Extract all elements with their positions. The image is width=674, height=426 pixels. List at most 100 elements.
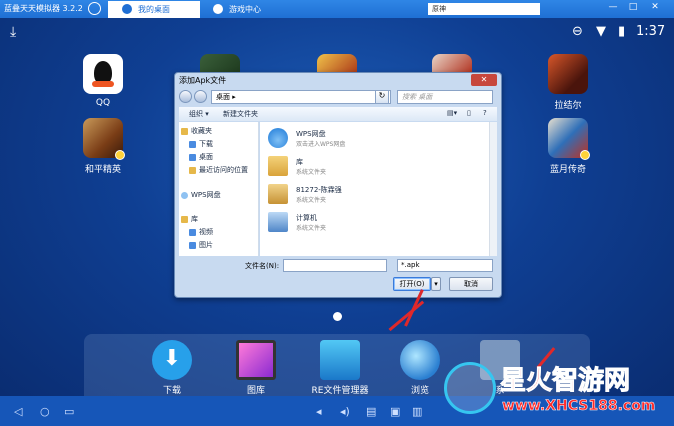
organize-menu[interactable]: 组织 ▾ <box>189 109 209 119</box>
lajieer-app-icon[interactable] <box>548 54 588 94</box>
open-dropdown-button[interactable]: ▾ <box>431 277 441 291</box>
filename-label: 文件名(N): <box>245 262 280 270</box>
wifi-icon: ▼ <box>596 24 606 39</box>
file-list-scrollbar[interactable] <box>489 122 497 256</box>
volume-up-icon[interactable]: ◂) <box>340 405 350 418</box>
clock: 1:37 <box>636 24 666 39</box>
dock-label-download: 下载 <box>162 386 181 396</box>
back-button[interactable] <box>179 90 192 103</box>
title-bar: 蓝叠天天模拟器 3.2.2 我的桌面 游戏中心 原神 — □ ✕ <box>0 0 674 18</box>
library-icon <box>268 156 288 176</box>
picture-icon <box>189 241 196 249</box>
address-row: 桌面 ▸ ↻ 搜索 桌面 <box>179 89 497 105</box>
sidebar-item-pictures[interactable]: 图片 <box>189 240 213 250</box>
file-list: WPS网盘 双击进入WPS网盘 库 系统文件夹 81272-陈霖强 系统文件夹 … <box>260 122 489 256</box>
app-label-qq: QQ <box>95 98 111 108</box>
dialog-toolbar: 组织 ▾ 新建文件夹 ▤▾ ▯ ? <box>179 107 497 121</box>
sidebar-item-label: 图片 <box>199 241 213 249</box>
sidebar-item-videos[interactable]: 视频 <box>189 227 213 237</box>
screenshot-icon[interactable]: ▥ <box>412 405 422 418</box>
address-value: 桌面 <box>216 93 230 101</box>
gallery-app-icon[interactable] <box>236 340 276 380</box>
watermark: 星火智游网 www.XHCS188.com <box>430 358 674 426</box>
add-apk-dialog: 添加Apk文件 ✕ 桌面 ▸ ↻ 搜索 桌面 组织 ▾ 新建文件夹 ▤▾ ▯ ?… <box>174 72 502 298</box>
page-indicator-dot <box>333 312 342 321</box>
back-icon[interactable]: ◁ <box>14 405 22 418</box>
apk-install-icon[interactable]: ▣ <box>390 405 400 418</box>
sidebar-item-label: 库 <box>191 215 198 223</box>
new-folder-button[interactable]: 新建文件夹 <box>223 109 258 119</box>
app-label-lanyue: 蓝月传奇 <box>549 165 586 175</box>
file-type-filter[interactable]: *.apk <box>397 259 493 272</box>
badge-icon <box>580 150 590 160</box>
navigation-pane: 收藏夹 下载 桌面 最近访问的位置 WPS网盘 库 视频 图片 <box>179 122 259 256</box>
minimize-button[interactable]: — <box>606 2 620 15</box>
keyboard-icon[interactable]: ▤ <box>366 405 376 418</box>
star-icon <box>181 127 188 135</box>
refresh-button[interactable]: ↻ <box>375 90 389 104</box>
close-button[interactable]: ✕ <box>648 2 662 15</box>
dock-label-re: RE文件管理器 <box>311 386 369 396</box>
dialog-search-input[interactable]: 搜索 桌面 <box>397 90 493 104</box>
help-icon[interactable]: ? <box>483 109 487 117</box>
user-folder-icon <box>268 184 288 204</box>
volume-down-icon[interactable]: ◂ <box>316 405 322 418</box>
home-icon[interactable]: ○ <box>40 405 50 418</box>
sidebar-item-libraries[interactable]: 库 <box>181 214 198 224</box>
sidebar-item-desktop[interactable]: 桌面 <box>189 152 213 162</box>
qq-app-icon[interactable] <box>83 54 123 94</box>
file-name: 计算机 <box>296 214 317 222</box>
filename-input[interactable] <box>283 259 387 272</box>
peace-elite-app-icon[interactable] <box>83 118 125 160</box>
cloud-icon <box>268 128 288 148</box>
sidebar-item-favorites[interactable]: 收藏夹 <box>181 126 212 136</box>
dialog-close-button[interactable]: ✕ <box>471 74 497 86</box>
top-search-input[interactable]: 原神 <box>428 3 540 15</box>
tab-my-desktop[interactable]: 我的桌面 <box>108 1 200 18</box>
app-label-lajieer: 拉结尔 <box>554 101 582 111</box>
dock-label-gallery: 图库 <box>246 386 265 396</box>
download-app-icon[interactable]: ⬇ <box>152 340 192 380</box>
sidebar-item-label: 视频 <box>199 228 213 236</box>
cloud-icon <box>181 191 188 199</box>
re-file-manager-app-icon[interactable] <box>320 340 360 380</box>
sidebar-item-label: 最近访问的位置 <box>199 166 248 174</box>
address-bar[interactable]: 桌面 ▸ <box>211 90 391 104</box>
folder-icon <box>189 140 196 148</box>
watermark-url: www.XHCS188.com <box>502 398 656 415</box>
sidebar-item-wps-cloud[interactable]: WPS网盘 <box>181 190 221 200</box>
address-chevron-icon: ▸ <box>232 93 236 101</box>
library-icon <box>181 215 188 223</box>
sidebar-item-label: 桌面 <box>199 153 213 161</box>
watermark-logo-icon <box>444 362 496 414</box>
sidebar-item-recent[interactable]: 最近访问的位置 <box>189 165 248 175</box>
maximize-button[interactable]: □ <box>626 2 640 15</box>
file-description: 系统文件夹 <box>296 225 327 232</box>
badge-icon <box>115 150 125 160</box>
home-icon <box>122 4 132 14</box>
sidebar-item-label: 下载 <box>199 140 213 148</box>
gamepad-icon <box>213 4 223 14</box>
user-icon[interactable] <box>88 2 101 15</box>
forward-button[interactable] <box>194 90 207 103</box>
cancel-button[interactable]: 取消 <box>449 277 493 291</box>
battery-icon: ▮ <box>618 24 626 39</box>
file-name: 库 <box>296 158 303 166</box>
video-icon <box>189 228 196 236</box>
sidebar-item-downloads[interactable]: 下载 <box>189 139 213 149</box>
view-options-icon[interactable]: ▤▾ <box>447 109 457 117</box>
app-title: 蓝叠天天模拟器 3.2.2 <box>4 4 83 13</box>
tab-label: 我的桌面 <box>138 5 170 14</box>
tab-label: 游戏中心 <box>229 5 261 14</box>
lanyue-app-icon[interactable] <box>548 118 590 160</box>
file-description: 双击进入WPS网盘 <box>296 141 346 148</box>
download-notification-icon[interactable]: ⤓ <box>10 24 16 40</box>
preview-pane-icon[interactable]: ▯ <box>467 109 471 117</box>
watermark-text: 星火智游网 <box>499 366 631 397</box>
desktop-icon <box>189 153 196 161</box>
sidebar-item-label: 收藏夹 <box>191 127 212 135</box>
open-button[interactable]: 打开(O) <box>393 277 431 291</box>
tab-game-center[interactable]: 游戏中心 <box>205 1 290 18</box>
recent-apps-icon[interactable]: ▭ <box>64 405 74 418</box>
minus-circle-icon: ⊖ <box>572 24 583 39</box>
